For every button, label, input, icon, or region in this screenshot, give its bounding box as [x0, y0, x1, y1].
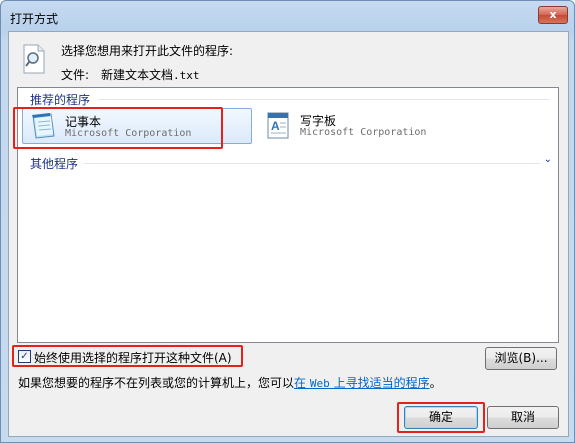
- dialog-body: 选择您想用来打开此文件的程序: 文件: 新建文本文档.txt 推荐的程序 记事本…: [8, 31, 569, 437]
- recommended-programs-header: 推荐的程序: [30, 93, 91, 107]
- web-search-link[interactable]: 在 Web 上寻找适当的程序: [294, 376, 430, 390]
- program-publisher: Microsoft Corporation: [300, 127, 427, 138]
- file-label: 文件:: [61, 68, 90, 82]
- link-web[interactable]: Web: [310, 377, 330, 390]
- info-prefix: 如果您想要的程序不在列表或您的计算机上，您可以: [18, 376, 295, 390]
- notepad-icon: [32, 113, 55, 139]
- ok-button[interactable]: 确定: [404, 406, 478, 429]
- other-programs-header[interactable]: 其他程序: [30, 155, 78, 172]
- group-divider: [98, 99, 550, 100]
- program-item-wordpad[interactable]: A 写字板 Microsoft Corporation: [258, 108, 486, 142]
- program-list[interactable]: 推荐的程序 记事本 Microsoft Corporation A 写字板 Mi…: [17, 87, 559, 343]
- always-use-label[interactable]: 始终使用选择的程序打开这种文件(A): [34, 349, 232, 366]
- svg-text:A: A: [271, 119, 280, 133]
- open-with-dialog: 打开方式 x 选择您想用来打开此文件的程序: 文件: 新建文本文档.txt 推荐…: [0, 0, 575, 443]
- file-name: 新建文本文档.txt: [101, 66, 200, 83]
- link-post[interactable]: 上寻找适当的程序: [334, 376, 430, 390]
- program-publisher: Microsoft Corporation: [65, 128, 192, 139]
- wordpad-icon: A: [267, 112, 289, 139]
- info-text: 如果您想要的程序不在列表或您的计算机上，您可以在 Web 上寻找适当的程序。: [18, 374, 442, 391]
- prompt-text: 选择您想用来打开此文件的程序:: [61, 44, 234, 58]
- cancel-button[interactable]: 取消: [487, 406, 559, 429]
- info-suffix: 。: [429, 376, 442, 390]
- file-extension: .txt: [173, 69, 200, 82]
- title-bar[interactable]: 打开方式 x: [1, 1, 574, 31]
- group-divider: [84, 163, 540, 164]
- file-magnifier-icon: [23, 44, 45, 74]
- window-title: 打开方式: [10, 12, 59, 26]
- browse-button[interactable]: 浏览(B)...: [485, 347, 557, 370]
- always-use-checkbox[interactable]: ✓: [18, 350, 31, 363]
- chevron-down-icon[interactable]: ⌄: [544, 154, 552, 165]
- file-base-name: 新建文本文档: [101, 68, 174, 82]
- link-pre[interactable]: 在: [294, 376, 306, 390]
- close-button[interactable]: x: [538, 6, 568, 24]
- program-item-notepad[interactable]: 记事本 Microsoft Corporation: [22, 108, 252, 144]
